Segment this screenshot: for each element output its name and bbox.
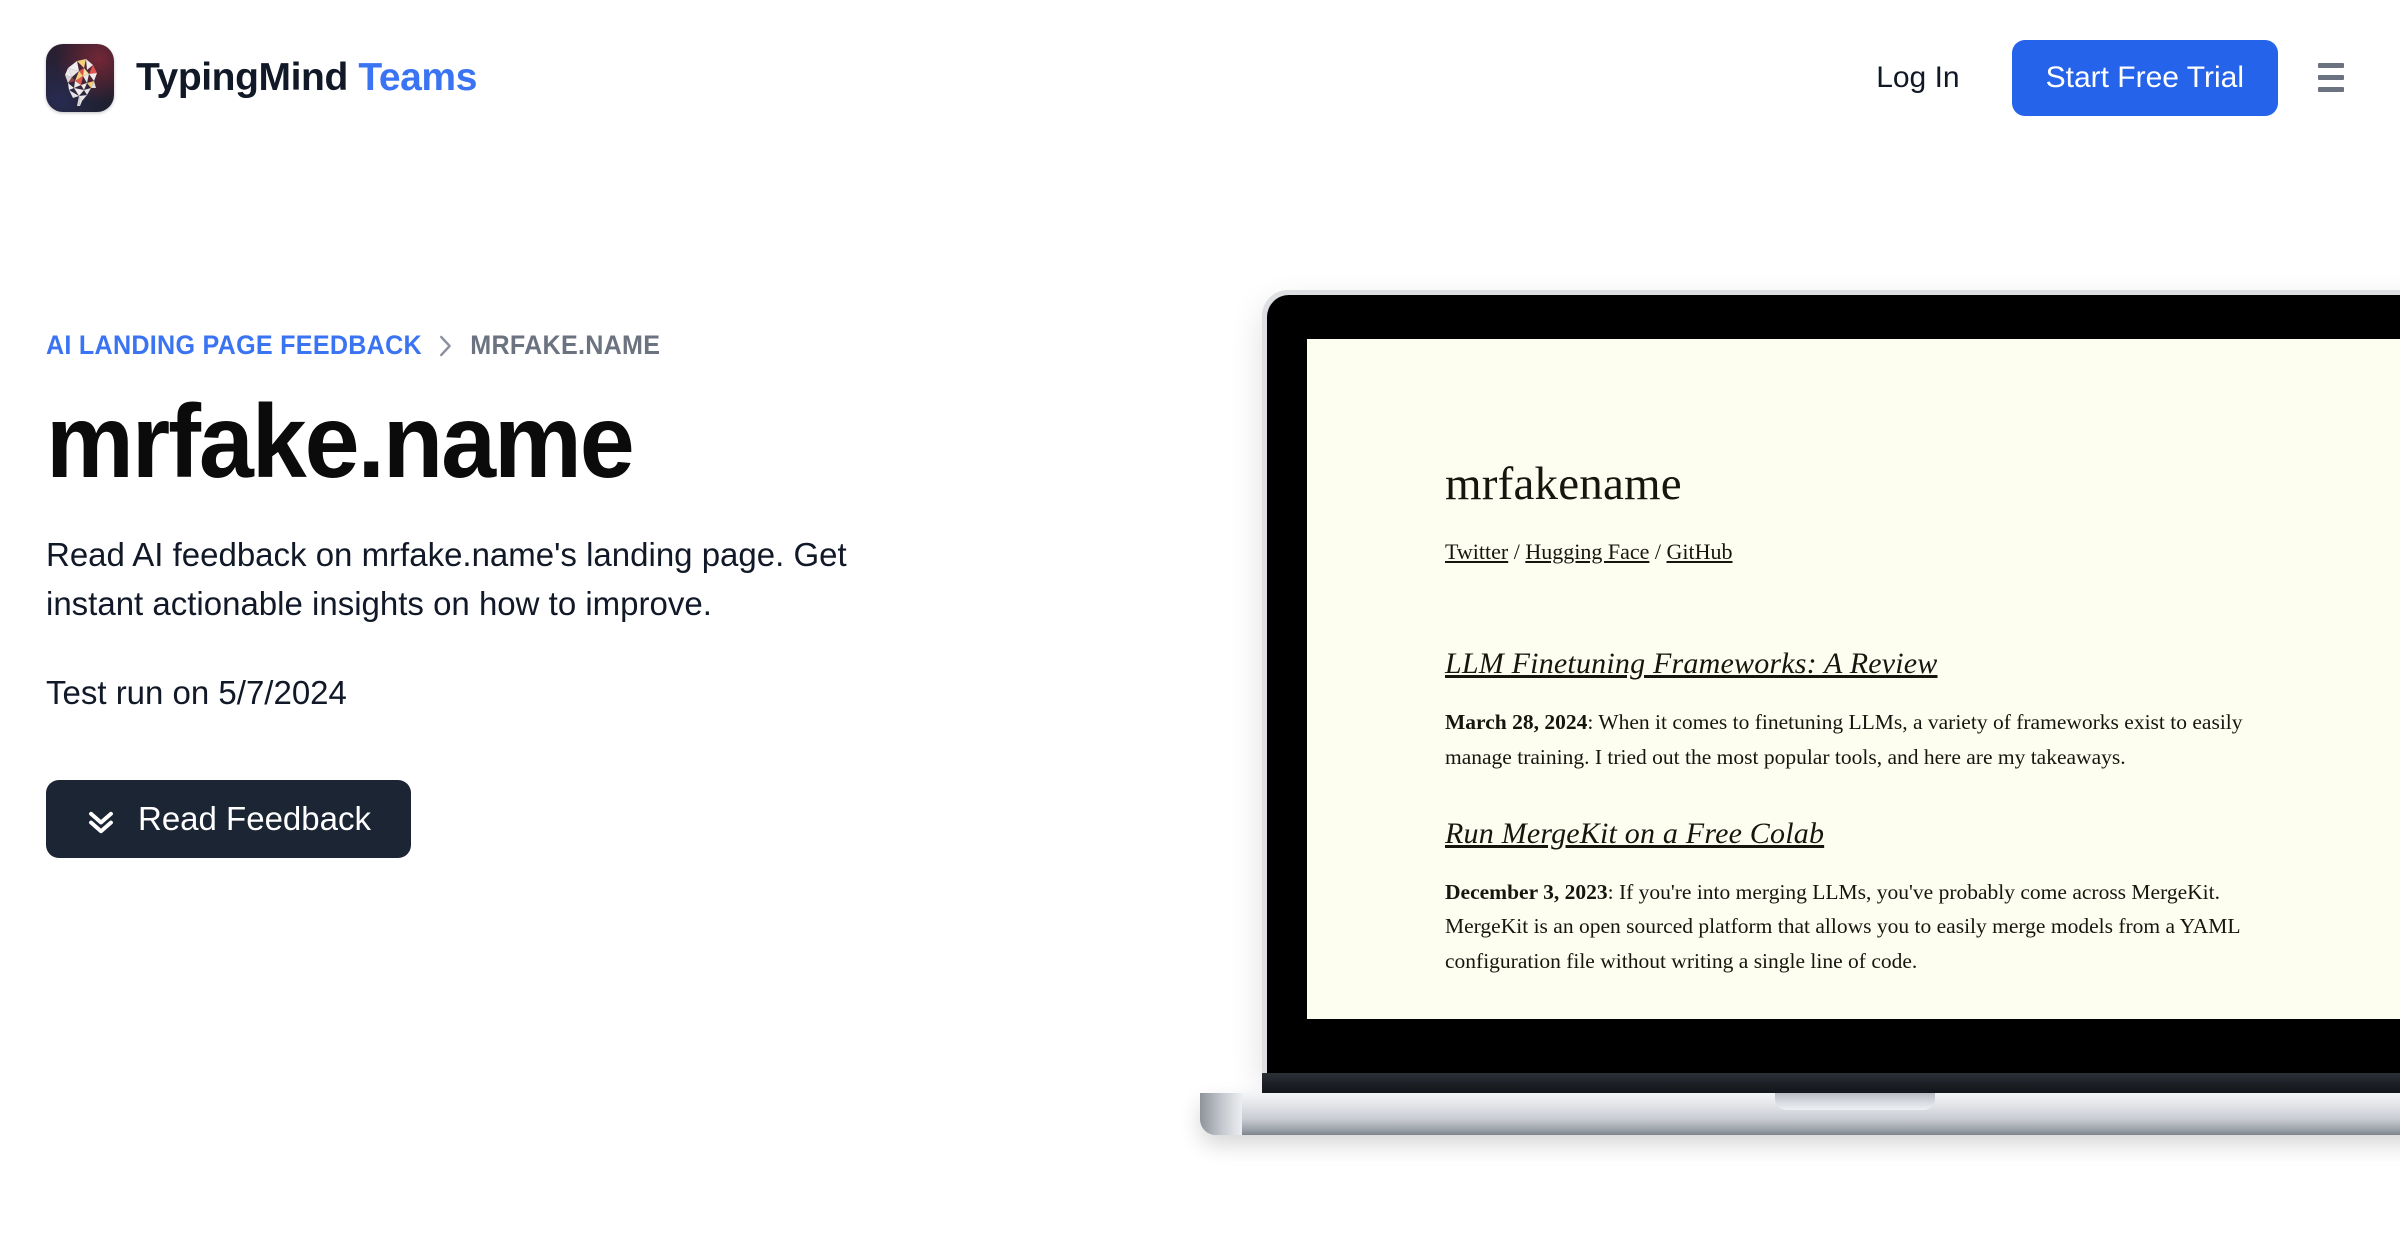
post-body: December 3, 2023: If you're into merging… — [1445, 875, 2275, 979]
post-date: December 3, 2023 — [1445, 879, 1608, 904]
link-separator-2: / — [1649, 539, 1667, 564]
brand-name: TypingMind — [136, 56, 348, 99]
post-title[interactable]: LLM Finetuning Frameworks: A Review — [1445, 647, 2305, 681]
brand-logo-link[interactable]: TypingMind Teams — [46, 43, 477, 112]
brand-suffix: Teams — [358, 56, 478, 99]
read-feedback-button[interactable]: Read Feedback — [46, 779, 411, 858]
laptop-bezel: mrfakename Twitter / Hugging Face / GitH… — [1267, 295, 2400, 1075]
laptop-hinge — [1262, 1073, 2400, 1093]
link-separator-1: / — [1508, 539, 1526, 564]
post-body: March 28, 2024: When it comes to finetun… — [1445, 705, 2275, 775]
breadcrumb-current: MRFAKE.NAME — [470, 330, 661, 360]
double-chevron-down-icon — [86, 805, 116, 835]
read-feedback-label: Read Feedback — [138, 799, 371, 837]
breadcrumb-parent-link[interactable]: AI LANDING PAGE FEEDBACK — [46, 330, 422, 361]
breadcrumb: AI LANDING PAGE FEEDBACK MRFAKE.NAME — [46, 330, 976, 361]
brand-title: TypingMind Teams — [136, 58, 477, 97]
preview-link-twitter[interactable]: Twitter — [1445, 539, 1508, 564]
header-actions: Log In Start Free Trial — [1850, 39, 2358, 116]
blog-post-item: Run MergeKit on a Free Colab December 3,… — [1445, 817, 2305, 979]
hamburger-menu-icon[interactable] — [2304, 49, 2358, 106]
login-link[interactable]: Log In — [1850, 51, 1985, 105]
menu-bar-2 — [2318, 75, 2344, 80]
brain-logo-icon — [46, 43, 114, 112]
preview-link-hugging-face[interactable]: Hugging Face — [1525, 539, 1649, 564]
menu-bar-1 — [2318, 63, 2344, 68]
post-date: March 28, 2024 — [1445, 710, 1588, 734]
page-title: mrfake.name — [46, 384, 635, 500]
landing-page: TypingMind Teams Log In Start Free Trial… — [0, 0, 2400, 1256]
hero-description: Read AI feedback on mrfake.name's landin… — [46, 536, 847, 623]
post-title[interactable]: Run MergeKit on a Free Colab — [1445, 817, 2305, 851]
start-free-trial-button[interactable]: Start Free Trial — [2011, 39, 2278, 116]
laptop-mockup: mrfakename Twitter / Hugging Face / GitH… — [1200, 290, 2400, 1135]
chevron-right-icon — [437, 332, 456, 360]
previewed-website: mrfakename Twitter / Hugging Face / GitH… — [1307, 339, 2400, 1019]
preview-site-links: Twitter / Hugging Face / GitHub — [1445, 539, 2400, 565]
laptop-base-notch — [1775, 1093, 1935, 1110]
preview-site-title: mrfakename — [1445, 458, 1682, 510]
hero-content: AI LANDING PAGE FEEDBACK MRFAKE.NAME mrf… — [46, 330, 1046, 858]
laptop-screen: mrfakename Twitter / Hugging Face / GitH… — [1307, 339, 2400, 1019]
preview-link-github[interactable]: GitHub — [1667, 539, 1733, 564]
laptop-base — [1200, 1093, 2400, 1135]
test-run-date: Test run on 5/7/2024 — [46, 673, 347, 711]
blog-post-item: LLM Finetuning Frameworks: A Review Marc… — [1445, 647, 2305, 775]
laptop-lid: mrfakename Twitter / Hugging Face / GitH… — [1262, 290, 2400, 1075]
site-header: TypingMind Teams Log In Start Free Trial — [0, 0, 2400, 155]
menu-bar-3 — [2318, 87, 2344, 92]
